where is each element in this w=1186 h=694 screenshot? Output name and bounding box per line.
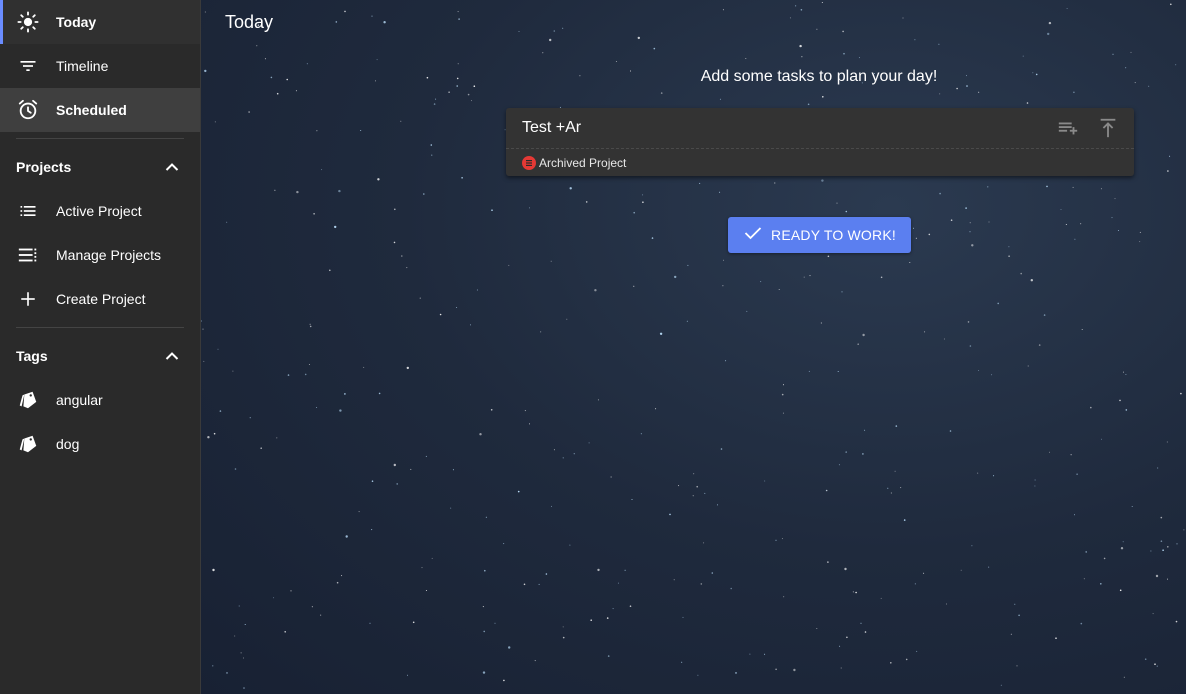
nav-scheduled-label: Scheduled [56, 102, 127, 118]
project-item-label: Active Project [56, 203, 142, 219]
tag-item-label: angular [56, 392, 103, 408]
projects-section-title: Projects [16, 159, 72, 175]
project-item-label: Create Project [56, 291, 146, 307]
add-to-list-icon[interactable] [1054, 114, 1082, 142]
ready-to-work-label: READY TO WORK! [771, 227, 896, 243]
manage-list-icon [16, 243, 40, 267]
task-title[interactable]: Test +Ar [522, 119, 1042, 137]
tag-item-angular[interactable]: angular [0, 378, 200, 422]
tag-item-label: dog [56, 436, 80, 452]
tags-section-header[interactable]: Tags [0, 334, 200, 378]
nav-timeline-label: Timeline [56, 58, 109, 74]
task-title-row: Test +Ar [506, 108, 1134, 149]
sun-icon [16, 10, 40, 34]
check-icon [743, 223, 763, 248]
task-card[interactable]: Test +Ar Archived Project [506, 108, 1134, 176]
projects-section-header[interactable]: Projects [0, 145, 200, 189]
plan-day-hint: Add some tasks to plan your day! [700, 68, 938, 85]
move-to-top-icon[interactable] [1094, 114, 1122, 142]
starry-background [201, 2, 1185, 689]
sidebar-divider [16, 138, 184, 139]
task-tags-row: Archived Project [506, 149, 1134, 176]
chevron-up-icon[interactable] [162, 157, 182, 177]
chevron-up-icon[interactable] [162, 346, 182, 366]
sidebar-divider [16, 327, 184, 328]
nav-today-label: Today [56, 14, 97, 30]
project-item-label: Manage Projects [56, 247, 162, 263]
project-item-create-project[interactable]: Create Project [0, 277, 200, 321]
tag-icon [16, 388, 40, 412]
plus-icon [16, 287, 40, 311]
project-tag-chip[interactable]: Archived Project [522, 155, 627, 170]
main-content: Today Add some tasks to plan your day! T… [201, 0, 1186, 694]
tags-section-title: Tags [16, 348, 48, 364]
nav-timeline[interactable]: Timeline [0, 44, 200, 88]
page-title: Today [225, 12, 274, 32]
tag-icon [16, 432, 40, 456]
sidebar: Today Timeline Scheduled Projects Active… [0, 0, 201, 694]
project-item-active-project[interactable]: Active Project [0, 189, 200, 233]
list-icon [16, 199, 40, 223]
project-item-manage-projects[interactable]: Manage Projects [0, 233, 200, 277]
project-tag-label: Archived Project [539, 155, 627, 170]
ready-to-work-button[interactable]: READY TO WORK! [728, 217, 911, 253]
nav-scheduled[interactable]: Scheduled [0, 88, 200, 132]
alarm-icon [16, 98, 40, 122]
filter-list-icon [16, 54, 40, 78]
tag-item-dog[interactable]: dog [0, 422, 200, 466]
nav-today[interactable]: Today [0, 0, 200, 44]
project-list-icon [522, 155, 536, 170]
